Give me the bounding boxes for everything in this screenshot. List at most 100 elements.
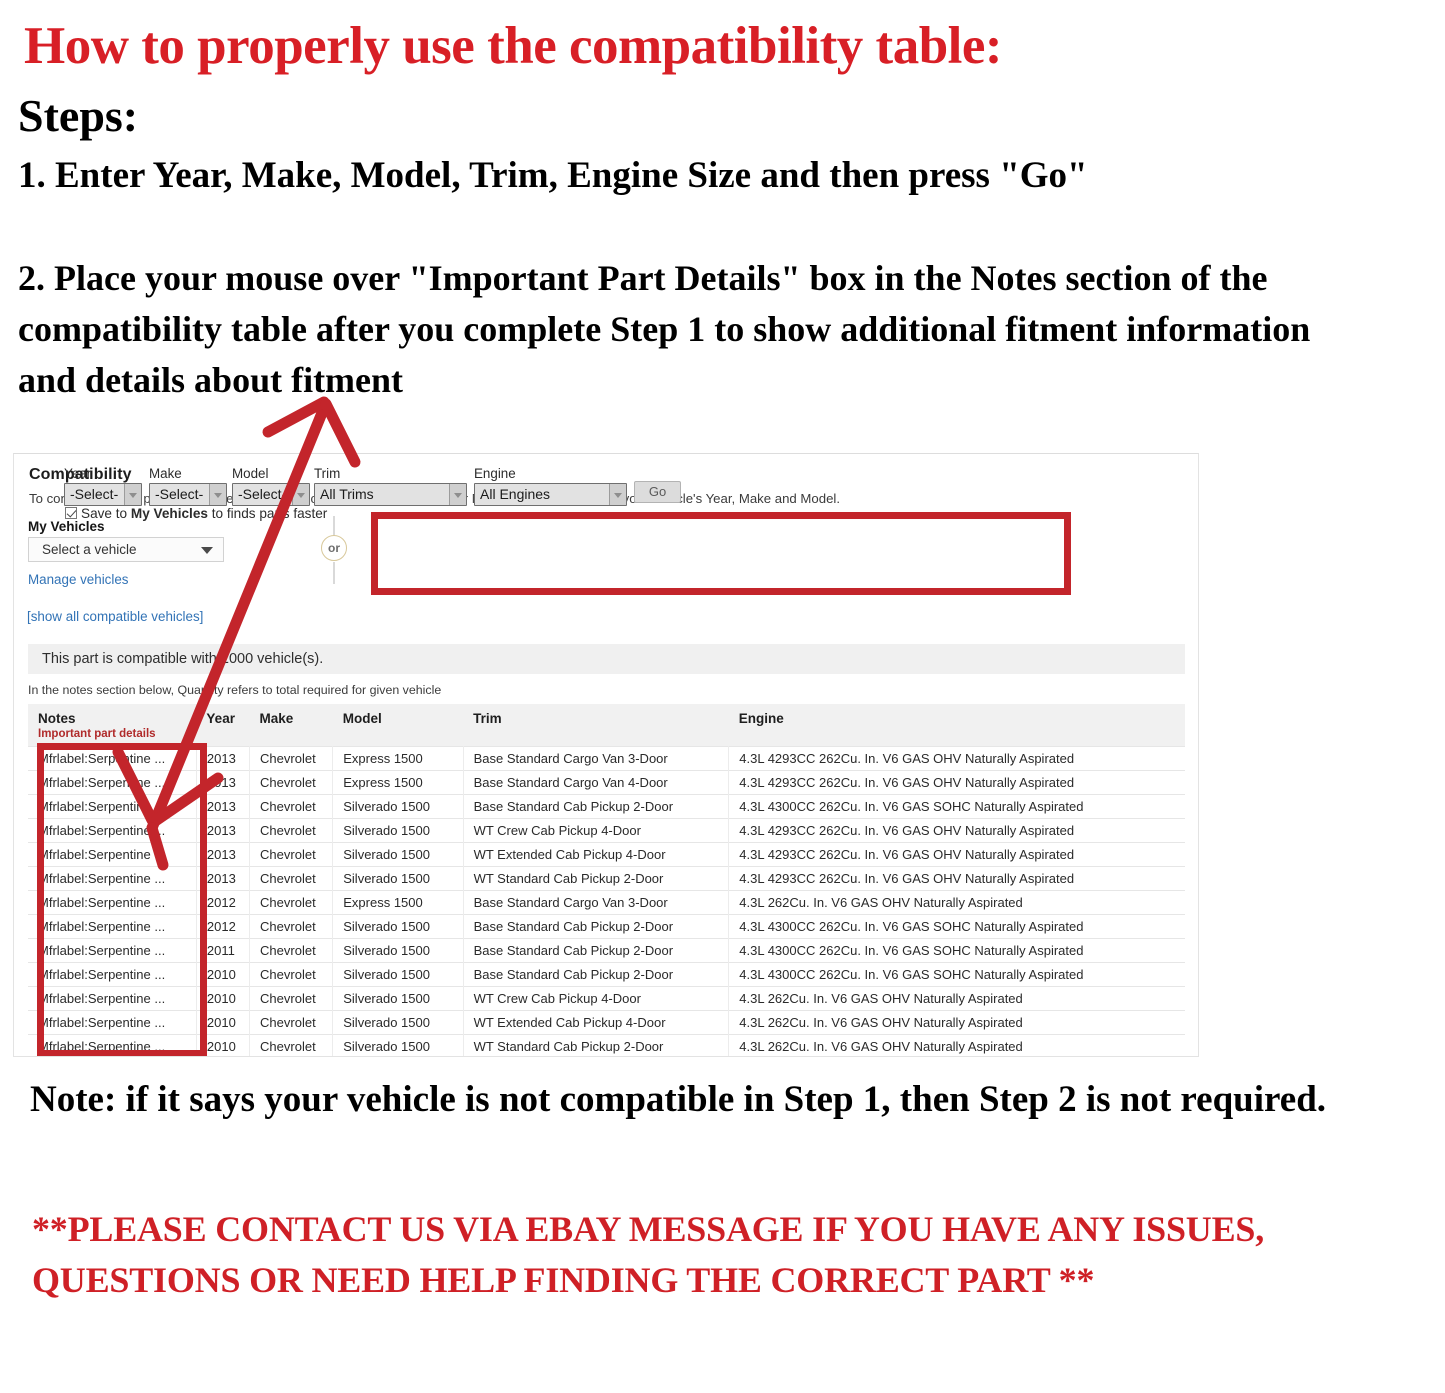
year-field-group: Year -Select- xyxy=(64,466,142,506)
model-label: Model xyxy=(232,466,269,481)
make-select[interactable]: -Select- xyxy=(149,483,227,506)
cell-trim: WT Extended Cab Pickup 4-Door xyxy=(463,1010,730,1035)
cell-trim: WT Crew Cab Pickup 4-Door xyxy=(463,818,730,843)
table-row: Mfrlabel:Serpentine ... 2010 Chevrolet Silv… xyxy=(28,1034,1185,1056)
chevron-down-icon[interactable] xyxy=(609,484,626,505)
header-engine: Engine xyxy=(728,704,1185,747)
save-to-my-vehicles-checkbox[interactable] xyxy=(65,507,77,519)
cell-model: Silverado 1500 xyxy=(332,794,464,819)
cell-model: Express 1500 xyxy=(332,890,464,915)
cell-make: Chevrolet xyxy=(249,914,334,939)
chevron-down-icon[interactable] xyxy=(449,484,466,505)
cell-year: 2013 xyxy=(196,866,251,891)
cell-year: 2012 xyxy=(196,914,251,939)
cell-trim: WT Standard Cab Pickup 2-Door xyxy=(463,1034,730,1056)
model-field-group: Model -Select- xyxy=(232,466,310,506)
cell-notes[interactable]: Mfrlabel:Serpentine ... xyxy=(28,938,197,963)
cell-notes[interactable]: Mfrlabel:Serpentine ... xyxy=(28,962,197,987)
cell-make: Chevrolet xyxy=(249,890,334,915)
cell-notes[interactable]: Mfrlabel:Serpentine ... xyxy=(28,986,197,1011)
page-title: How to properly use the compatibility ta… xyxy=(24,17,1003,75)
cell-make: Chevrolet xyxy=(249,818,334,843)
make-selected-value: -Select- xyxy=(155,486,204,502)
cell-notes[interactable]: Mfrlabel:Serpentine ... xyxy=(28,1010,197,1035)
step-1-text: 1. Enter Year, Make, Model, Trim, Engine… xyxy=(18,155,1088,196)
cell-notes[interactable]: Mfrlabel:Serpentine ... xyxy=(28,818,197,843)
save-to-my-vehicles-row[interactable]: Save to My Vehicles to finds parts faste… xyxy=(65,506,327,521)
trim-selected-value: All Trims xyxy=(320,486,374,502)
cell-model: Silverado 1500 xyxy=(332,962,464,987)
my-vehicles-select[interactable]: Select a vehicle xyxy=(28,537,224,562)
trim-select[interactable]: All Trims xyxy=(314,483,467,506)
cell-engine: 4.3L 4293CC 262Cu. In. V6 GAS OHV Natura… xyxy=(728,746,1185,771)
model-selected-value: -Select- xyxy=(238,486,287,502)
trim-field-group: Trim All Trims xyxy=(314,466,467,506)
cell-engine: 4.3L 4293CC 262Cu. In. V6 GAS OHV Natura… xyxy=(728,866,1185,891)
cell-engine: 4.3L 262Cu. In. V6 GAS OHV Naturally Asp… xyxy=(728,890,1185,915)
chevron-down-icon[interactable] xyxy=(209,484,226,505)
cell-engine: 4.3L 4300CC 262Cu. In. V6 GAS SOHC Natur… xyxy=(728,914,1185,939)
chevron-down-icon[interactable] xyxy=(292,484,309,505)
cell-engine: 4.3L 4293CC 262Cu. In. V6 GAS OHV Natura… xyxy=(728,842,1185,867)
cell-notes[interactable]: Mfrlabel:Serpentine ... xyxy=(28,866,197,891)
table-header-row: Notes Important part details Year Make M… xyxy=(28,704,1185,747)
my-vehicles-selected-value: Select a vehicle xyxy=(42,542,137,557)
engine-field-group: Engine All Engines xyxy=(474,466,627,506)
cell-model: Silverado 1500 xyxy=(332,842,464,867)
cell-trim: Base Standard Cargo Van 3-Door xyxy=(463,746,730,771)
save-text-suffix: to finds parts faster xyxy=(207,506,328,521)
cell-make: Chevrolet xyxy=(249,986,334,1011)
cell-notes[interactable]: Mfrlabel:Serpentine ... xyxy=(28,794,197,819)
trim-label: Trim xyxy=(314,466,341,481)
cell-engine: 4.3L 262Cu. In. V6 GAS OHV Naturally Asp… xyxy=(728,1010,1185,1035)
header-important-part-details: Important part details xyxy=(38,728,156,740)
cell-year: 2013 xyxy=(196,794,251,819)
header-trim: Trim xyxy=(463,704,729,747)
cell-notes[interactable]: Mfrlabel:Serpentine ... xyxy=(28,770,197,795)
cell-make: Chevrolet xyxy=(249,938,334,963)
bottom-note-text: Note: if it says your vehicle is not com… xyxy=(30,1079,1327,1120)
compatible-count-banner: This part is compatible with 1000 vehicl… xyxy=(28,644,1185,674)
year-select[interactable]: -Select- xyxy=(64,483,142,506)
cell-engine: 4.3L 4293CC 262Cu. In. V6 GAS OHV Natura… xyxy=(728,770,1185,795)
cell-model: Express 1500 xyxy=(332,746,464,771)
table-row: Mfrlabel:Serpentine ... 2013 Chevrolet Expr… xyxy=(28,770,1185,795)
cell-model: Silverado 1500 xyxy=(332,818,464,843)
cell-year: 2013 xyxy=(196,818,251,843)
cell-year: 2010 xyxy=(196,986,251,1011)
cell-make: Chevrolet xyxy=(249,746,334,771)
step-2-text: 2. Place your mouse over "Important Part… xyxy=(18,258,1311,401)
manage-vehicles-link[interactable]: Manage vehicles xyxy=(28,572,129,587)
cell-trim: Base Standard Cab Pickup 2-Door xyxy=(463,962,730,987)
cell-year: 2013 xyxy=(196,770,251,795)
compatibility-table: Notes Important part details Year Make M… xyxy=(28,704,1185,1056)
cell-make: Chevrolet xyxy=(249,794,334,819)
or-divider-line-bottom xyxy=(333,562,335,584)
header-notes-label: Notes xyxy=(38,711,76,726)
cell-engine: 4.3L 4300CC 262Cu. In. V6 GAS SOHC Natur… xyxy=(728,938,1185,963)
cell-notes[interactable]: Mfrlabel:Serpentine ... xyxy=(28,914,197,939)
cell-notes[interactable]: Mfrlabel:Serpentine ... xyxy=(28,746,197,771)
table-row: Mfrlabel:Serpentine ... 2013 Chevrolet Silv… xyxy=(28,794,1185,819)
cell-trim: WT Standard Cab Pickup 2-Door xyxy=(463,866,730,891)
chevron-down-icon[interactable] xyxy=(124,484,141,505)
engine-selected-value: All Engines xyxy=(480,486,551,502)
cell-make: Chevrolet xyxy=(249,770,334,795)
show-all-compatible-vehicles-link[interactable]: [show all compatible vehicles] xyxy=(27,609,203,624)
go-button[interactable]: Go xyxy=(634,481,681,503)
cell-engine: 4.3L 262Cu. In. V6 GAS OHV Naturally Asp… xyxy=(728,986,1185,1011)
header-model: Model xyxy=(332,704,464,747)
quantity-note: In the notes section below, Quantity ref… xyxy=(28,683,442,697)
cell-notes[interactable]: Mfrlabel:Serpentine ... xyxy=(28,890,197,915)
cell-engine: 4.3L 4300CC 262Cu. In. V6 GAS SOHC Natur… xyxy=(728,794,1185,819)
cell-notes[interactable]: Mfrlabel:Serpentine ... xyxy=(28,842,197,867)
chevron-down-icon xyxy=(201,547,213,554)
cell-trim: Base Standard Cargo Van 4-Door xyxy=(463,770,730,795)
cell-year: 2013 xyxy=(196,746,251,771)
model-select[interactable]: -Select- xyxy=(232,483,310,506)
engine-select[interactable]: All Engines xyxy=(474,483,627,506)
cell-notes[interactable]: Mfrlabel:Serpentine ... xyxy=(28,1034,197,1056)
cell-trim: Base Standard Cab Pickup 2-Door xyxy=(463,794,730,819)
engine-label: Engine xyxy=(474,466,516,481)
table-row: Mfrlabel:Serpentine ... 2013 Chevrolet Silv… xyxy=(28,842,1185,867)
